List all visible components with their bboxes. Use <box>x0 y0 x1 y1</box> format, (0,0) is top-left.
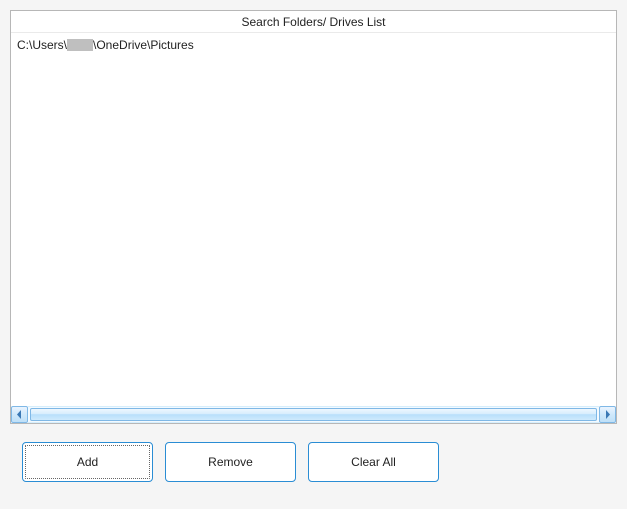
scrollbar-thumb[interactable] <box>30 408 597 421</box>
button-row: Add Remove Clear All <box>10 442 617 482</box>
scroll-right-button[interactable] <box>599 406 616 423</box>
list-item[interactable]: C:\Users\ \OneDrive\Pictures <box>17 37 610 53</box>
add-button[interactable]: Add <box>22 442 153 482</box>
redacted-username <box>67 39 93 51</box>
scroll-left-button[interactable] <box>11 406 28 423</box>
horizontal-scrollbar[interactable] <box>11 406 616 423</box>
chevron-right-icon <box>604 410 611 419</box>
chevron-left-icon <box>16 410 23 419</box>
scrollbar-track[interactable] <box>28 406 599 423</box>
folders-panel: Search Folders/ Drives List C:\Users\ \On… <box>10 10 617 424</box>
panel-title: Search Folders/ Drives List <box>11 11 616 33</box>
remove-button[interactable]: Remove <box>165 442 296 482</box>
path-prefix: C:\Users\ <box>17 38 67 52</box>
clear-all-button[interactable]: Clear All <box>308 442 439 482</box>
path-suffix: \OneDrive\Pictures <box>93 38 194 52</box>
folders-list[interactable]: C:\Users\ \OneDrive\Pictures <box>11 33 616 406</box>
